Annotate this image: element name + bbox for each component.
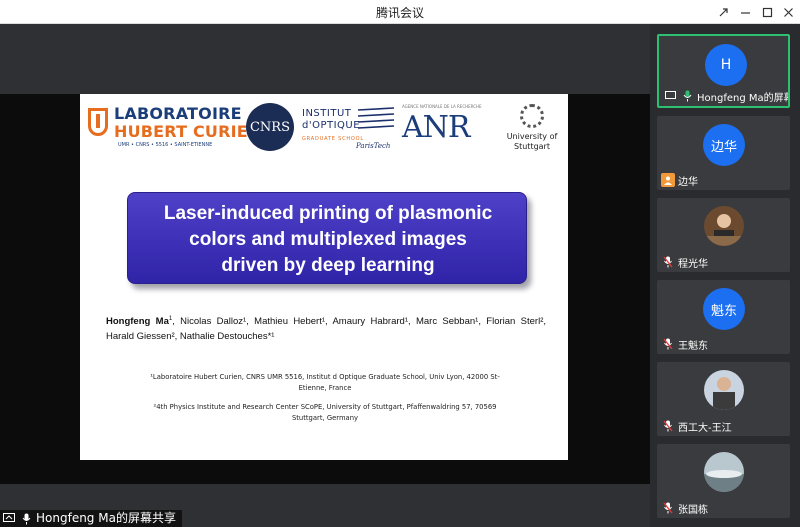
logo-row: LABORATOIRE HUBERT CURIEN UMR • CNRS • 5…: [80, 94, 568, 158]
slide-title-line3: driven by deep learning: [221, 255, 435, 276]
participant-name: 边华: [678, 176, 698, 188]
mic-muted-icon: [661, 501, 675, 515]
mic-muted-icon: [661, 419, 675, 433]
mic-on-icon: [680, 89, 694, 103]
first-author: Hongfeng Ma: [106, 316, 169, 328]
person-icon: [661, 173, 675, 187]
ust-line1: University of: [506, 132, 558, 141]
io-line2: d'OPTIQUE: [302, 120, 361, 131]
participant-tile[interactable]: H Hongfeng Ma的屏幕...: [657, 34, 790, 108]
participant-name: 程光华: [678, 258, 708, 270]
avatar: [704, 370, 744, 410]
affiliation-1-line2: Etienne, France: [298, 384, 352, 392]
window-title: 腾讯会议: [375, 6, 424, 20]
slide-title-box: Laser-induced printing of plasmonic colo…: [127, 192, 527, 284]
participant-tile[interactable]: 西工大-王江: [657, 362, 790, 436]
lhc-logo-line1: LABORATOIRE: [114, 104, 242, 123]
lhc-logo-sub: UMR • CNRS • 5516 • SAINT-ETIENNE: [118, 142, 213, 148]
maximize-icon[interactable]: [756, 0, 778, 24]
participant-name-row: 张国栋: [661, 501, 708, 516]
participant-name: 西工大-王江: [678, 422, 732, 434]
title-bar: 腾讯会议: [0, 0, 800, 24]
participant-name: 王魁东: [678, 340, 708, 352]
participant-name-row: Hongfeng Ma的屏幕...: [663, 89, 788, 104]
screen-share-icon: [2, 512, 16, 526]
participant-sidebar: H Hongfeng Ma的屏幕... 边华 边华: [650, 24, 800, 527]
slide-title: Laser-induced printing of plasmonic colo…: [128, 201, 528, 279]
participant-tile[interactable]: 张国栋: [657, 444, 790, 518]
participant-name-row: 边华: [661, 173, 698, 188]
participant-name: Hongfeng Ma的屏幕...: [697, 92, 788, 104]
presentation-slide: LABORATOIRE HUBERT CURIEN UMR • CNRS • 5…: [80, 94, 568, 460]
ust-line2: Stuttgart: [514, 142, 550, 151]
lhc-logo-icon: [88, 108, 108, 136]
io-paristech: ParisTech: [356, 142, 391, 150]
avatar: 边华: [703, 124, 745, 166]
participant-tile[interactable]: 边华 边华: [657, 116, 790, 190]
close-icon[interactable]: [777, 0, 799, 24]
anr-tagline: AGENCE NATIONALE DE LA RECHERCHE: [402, 104, 482, 109]
participant-tile[interactable]: 魁东 王魁东: [657, 280, 790, 354]
avatar: [704, 206, 744, 246]
slide-title-line1: Laser-induced printing of plasmonic: [163, 203, 493, 224]
cnrs-logo: CNRS: [246, 103, 294, 151]
io-line1: INSTITUT: [302, 108, 352, 119]
mic-muted-icon: [661, 255, 675, 269]
slide-authors: Hongfeng Ma1, Nicolas Dalloz¹, Mathieu H…: [106, 312, 546, 344]
institut-optique-lines-icon: [357, 107, 395, 129]
io-graduate-school: GRADUATE SCHOOL: [302, 136, 364, 142]
participant-name-row: 王魁东: [661, 337, 708, 352]
meeting-window: 腾讯会议 LABORATOIRE HUBERT CURIEN UMR • CNR…: [0, 0, 800, 527]
affiliation-2-line2: Stuttgart, Germany: [291, 414, 359, 422]
screen-share-label: Hongfeng Ma的屏幕共享: [0, 510, 182, 527]
minimize-icon[interactable]: [734, 0, 756, 24]
avatar: [704, 452, 744, 492]
anr-logo: ANR: [402, 110, 471, 145]
affiliation-1: ¹Laboratoire Hubert Curien, CNRS UMR 551…: [120, 372, 530, 394]
affiliation-2: ²4th Physics Institute and Research Cent…: [120, 402, 530, 424]
affiliation-2-line1: ²4th Physics Institute and Research Cent…: [153, 403, 497, 411]
screen-share-icon: [663, 89, 677, 103]
participant-name: 张国栋: [678, 504, 708, 516]
screen-share-label-text: Hongfeng Ma的屏幕共享: [36, 511, 176, 525]
stuttgart-logo-icon: [520, 104, 544, 128]
screen-share-stage: LABORATOIRE HUBERT CURIEN UMR • CNRS • 5…: [0, 24, 650, 527]
affiliation-1-line1: ¹Laboratoire Hubert Curien, CNRS UMR 551…: [150, 373, 500, 381]
slide-title-line2: colors and multiplexed images: [189, 229, 467, 250]
stuttgart-logo-text: University of Stuttgart: [504, 132, 560, 152]
participant-name-row: 西工大-王江: [661, 419, 732, 434]
mic-muted-icon: [661, 337, 675, 351]
lhc-logo-line2: HUBERT CURIEN: [114, 122, 262, 141]
pin-icon[interactable]: [712, 0, 734, 24]
avatar: 魁东: [703, 288, 745, 330]
other-authors: , Nicolas Dalloz¹, Mathieu Hebert¹, Amau…: [106, 316, 546, 343]
participant-name-row: 程光华: [661, 255, 708, 270]
mic-on-icon: [19, 512, 33, 526]
institut-optique-logo: INSTITUT d'OPTIQUE: [302, 108, 360, 132]
participant-tile[interactable]: 程光华: [657, 198, 790, 272]
avatar: H: [705, 44, 747, 86]
